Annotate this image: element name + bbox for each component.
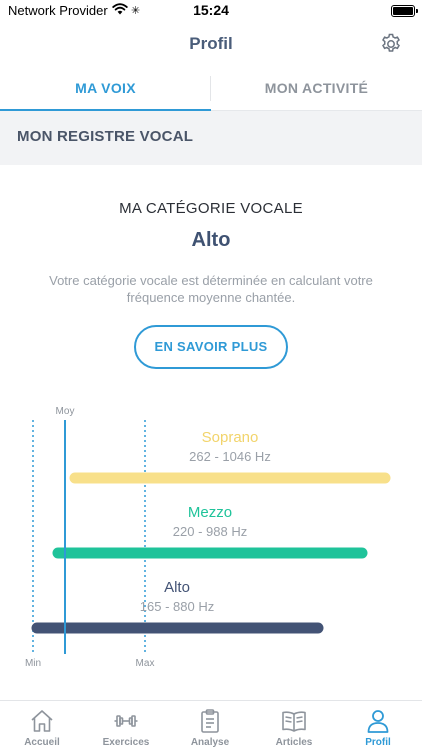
range-name-alto: Alto bbox=[164, 579, 190, 596]
page-title: Profil bbox=[189, 34, 233, 53]
min-label: Min bbox=[25, 658, 41, 669]
section-header: MON REGISTRE VOCAL bbox=[0, 111, 422, 165]
status-bar: Network Provider ✳ 15:24 bbox=[0, 0, 422, 22]
user-icon bbox=[367, 710, 389, 733]
home-icon bbox=[31, 710, 53, 732]
range-name-mezzo: Mezzo bbox=[188, 504, 232, 521]
tab-bar-label: Accueil bbox=[24, 737, 60, 748]
range-hz-alto: 165 - 880 Hz bbox=[140, 599, 214, 614]
vocal-range-chart: Soprano 262 - 1046 Hz Mezzo 220 - 988 Hz Alt… bbox=[0, 398, 422, 678]
vocal-range-svg: Soprano 262 - 1046 Hz Mezzo 220 - 988 Hz Alt… bbox=[25, 406, 391, 669]
tab-bar-label: Analyse bbox=[190, 737, 230, 748]
clipboard-icon bbox=[201, 709, 219, 733]
tab-ma-voix-label: MA VOIX bbox=[75, 80, 136, 96]
tab-bar-item-analyse[interactable]: Analyse bbox=[168, 701, 252, 750]
section-title: MON REGISTRE VOCAL bbox=[17, 128, 194, 145]
tab-mon-activite-label: MON ACTIVITÉ bbox=[264, 80, 369, 96]
tab-bar-item-articles[interactable]: Articles bbox=[252, 701, 336, 750]
category-description: Votre catégorie vocale est déterminée en… bbox=[49, 273, 373, 305]
range-hz-soprano: 262 - 1046 Hz bbox=[189, 449, 271, 464]
tab-bar-label: Exercices bbox=[102, 737, 150, 748]
dumbbell-icon bbox=[114, 715, 138, 727]
nav-bar: Profil bbox=[0, 22, 422, 66]
book-icon bbox=[282, 711, 306, 732]
tab-bar-item-exercices[interactable]: Exercices bbox=[84, 701, 168, 750]
tab-bar-item-profil[interactable]: Profil bbox=[336, 701, 420, 750]
learn-more-button[interactable]: EN SAVOIR PLUS bbox=[134, 325, 288, 369]
tab-ma-voix[interactable]: MA VOIX bbox=[0, 66, 211, 112]
tab-bar-label: Articles bbox=[275, 737, 313, 748]
tab-bar-label: Profil bbox=[365, 737, 391, 748]
tab-bar-item-accueil[interactable]: Accueil bbox=[0, 701, 84, 750]
category-label: MA CATÉGORIE VOCALE bbox=[119, 200, 303, 217]
range-hz-mezzo: 220 - 988 Hz bbox=[173, 524, 247, 539]
max-label: Max bbox=[136, 658, 155, 669]
tab-mon-activite[interactable]: MON ACTIVITÉ bbox=[211, 66, 422, 111]
category-value: Alto bbox=[191, 229, 231, 251]
bottom-tab-bar: Accueil Exercices Analyse Articles Profi… bbox=[0, 700, 422, 750]
battery-icon bbox=[391, 5, 418, 17]
profile-tabs: MA VOIX MON ACTIVITÉ bbox=[0, 66, 422, 112]
range-name-soprano: Soprano bbox=[202, 429, 259, 446]
status-time: 15:24 bbox=[193, 2, 229, 18]
gear-icon[interactable] bbox=[379, 32, 403, 56]
average-label: Moy bbox=[56, 406, 75, 417]
